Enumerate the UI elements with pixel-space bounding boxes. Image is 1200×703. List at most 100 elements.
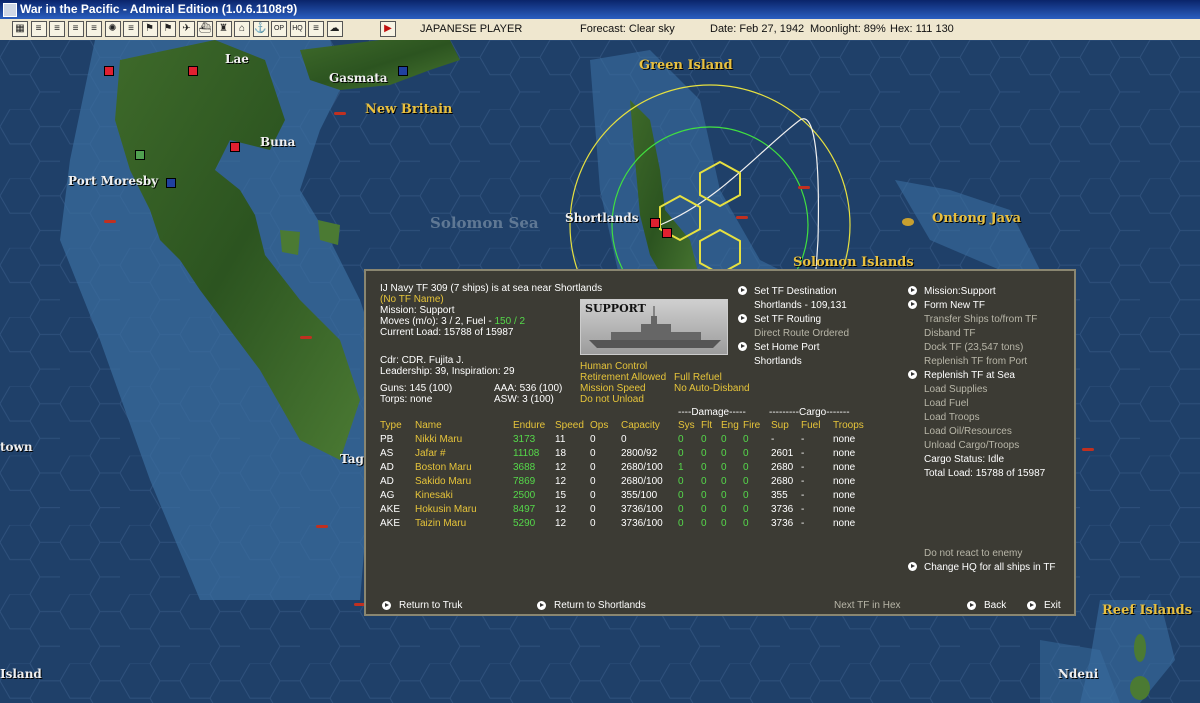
option-do-not-unload[interactable]: Do not Unload [580,394,644,405]
option-no-auto-disband[interactable]: No Auto-Disband [674,383,750,394]
col-header-type[interactable]: Type [380,418,415,432]
ship-marker[interactable] [316,525,328,528]
ground-unit-icon[interactable]: ♜ [215,21,232,37]
return-shortlands-button[interactable]: Return to Shortlands [554,600,646,611]
base-marker[interactable] [135,150,145,160]
arrow-icon[interactable] [908,300,917,309]
table-row[interactable]: AD Boston Maru 3688 12 0 2680/100 1 0 0 … [380,460,883,474]
unload-cargo-button[interactable]: Unload Cargo/Troops [924,440,1019,451]
map-label-town[interactable]: town [0,440,33,454]
arrow-icon[interactable] [967,601,976,610]
map-label-green-island[interactable]: Green Island [639,58,733,73]
col-header-troops[interactable]: Troops [833,418,883,432]
report-icon[interactable]: ≡ [49,21,65,37]
col-header-fire[interactable]: Fire [743,418,771,432]
dock-tf-button[interactable]: Dock TF (23,547 tons) [924,342,1023,353]
col-header-sys[interactable]: Sys [678,418,701,432]
map-icon[interactable]: ▦ [12,21,28,37]
option-human-control[interactable]: Human Control [580,361,647,372]
no-react-button[interactable]: Do not react to enemy [924,548,1022,559]
japanese-unit-marker[interactable] [230,142,240,152]
report-icon[interactable]: ≡ [30,21,47,37]
col-header-fuel[interactable]: Fuel [801,418,833,432]
ship-marker[interactable] [300,336,312,339]
japanese-unit-marker[interactable] [662,228,672,238]
col-header-name[interactable]: Name [415,418,513,432]
map-label-port-moresby[interactable]: Port Moresby [68,174,158,188]
flag-icon[interactable]: ⚑ [141,21,158,37]
japanese-unit-marker[interactable] [650,218,660,228]
col-header-sup[interactable]: Sup [771,418,801,432]
arrow-icon[interactable] [382,601,391,610]
load-troops-button[interactable]: Load Troops [924,412,980,423]
ship-marker[interactable] [736,216,748,219]
end-turn-icon[interactable]: ▶ [380,21,396,37]
replenish-sea-button[interactable]: Replenish TF at Sea [924,370,1015,381]
replenish-port-button[interactable]: Replenish TF from Port [924,356,1027,367]
set-destination-button[interactable]: Set TF Destination [754,286,837,297]
load-supplies-button[interactable]: Load Supplies [924,384,987,395]
map-label-ndeni[interactable]: Ndeni [1058,667,1098,681]
arrow-icon[interactable] [908,286,917,295]
map-label-buna[interactable]: Buna [260,135,295,149]
option-mission-speed[interactable]: Mission Speed [580,383,646,394]
set-home-port-button[interactable]: Set Home Port [754,342,820,353]
tf-commander[interactable]: Cdr: CDR. Fujita J. [380,355,464,366]
fleet-icon[interactable]: ⚓ [252,21,269,37]
table-row[interactable]: PB Nikki Maru 3173 11 0 0 0 0 0 0 - - no… [380,432,883,446]
arrow-icon[interactable] [537,601,546,610]
arrow-icon[interactable] [738,342,747,351]
load-oil-button[interactable]: Load Oil/Resources [924,426,1012,437]
set-routing-button[interactable]: Set TF Routing [754,314,821,325]
mission-support-button[interactable]: Mission:Support [924,286,996,297]
table-row[interactable]: AG Kinesaki 2500 15 0 355/100 0 0 0 0 35… [380,488,883,502]
map-label-lae[interactable]: Lae [225,52,249,66]
map-label-ontong-java[interactable]: Ontong Java [932,211,1021,226]
ship-marker[interactable] [334,112,346,115]
cloud-icon[interactable]: ☁ [326,21,343,37]
table-row[interactable]: AKE Hokusin Maru 8497 12 0 3736/100 0 0 … [380,502,883,516]
ship-marker[interactable] [104,220,116,223]
map-label-reef-islands[interactable]: Reef Islands [1102,603,1192,618]
load-fuel-button[interactable]: Load Fuel [924,398,968,409]
ship-name[interactable]: Taizin Maru [415,516,513,530]
map-label-shortlands[interactable]: Shortlands [565,211,638,225]
col-header-endure[interactable]: Endure [513,418,555,432]
arrow-icon[interactable] [908,562,917,571]
ship-name[interactable]: Nikki Maru [415,432,513,446]
ship-name[interactable]: Hokusin Maru [415,502,513,516]
change-hq-button[interactable]: Change HQ for all ships in TF [924,562,1056,573]
ship-marker[interactable] [1082,448,1094,451]
map-label-tag[interactable]: Tag [340,452,364,466]
ship-icon[interactable]: ⛴ [197,21,213,37]
ship-marker[interactable] [798,186,810,189]
col-header-capacity[interactable]: Capacity [621,418,678,432]
form-new-tf-button[interactable]: Form New TF [924,300,985,311]
ship-name[interactable]: Sakido Maru [415,474,513,488]
ship-name[interactable]: Boston Maru [415,460,513,474]
arrow-icon[interactable] [1027,601,1036,610]
option-full-refuel[interactable]: Full Refuel [674,372,722,383]
hq-icon[interactable]: HQ [289,21,306,37]
col-header-flt[interactable]: Flt [701,418,721,432]
japanese-unit-marker[interactable] [104,66,114,76]
rising-sun-flag-icon[interactable]: ✺ [104,21,121,37]
japanese-unit-marker[interactable] [188,66,198,76]
table-row[interactable]: AS Jafar # 11108 18 0 2800/92 0 0 0 0 26… [380,446,883,460]
col-header-eng[interactable]: Eng [721,418,743,432]
table-row[interactable]: AD Sakido Maru 7869 12 0 2680/100 0 0 0 … [380,474,883,488]
op-icon[interactable]: OP [271,21,287,37]
map-label-island[interactable]: Island [0,667,42,681]
allied-unit-marker[interactable] [398,66,408,76]
report-icon[interactable]: ≡ [123,21,139,37]
transfer-ships-button[interactable]: Transfer Ships to/from TF [924,314,1037,325]
flag-icon[interactable]: ⚑ [160,21,176,37]
option-retirement[interactable]: Retirement Allowed [580,372,666,383]
tf-name[interactable]: (No TF Name) [380,294,444,305]
arrow-icon[interactable] [738,286,747,295]
return-truk-button[interactable]: Return to Truk [399,600,462,611]
report-icon[interactable]: ≡ [308,21,324,37]
base-icon[interactable]: ⌂ [234,21,250,37]
exit-button[interactable]: Exit [1044,600,1061,611]
allied-unit-marker[interactable] [166,178,176,188]
